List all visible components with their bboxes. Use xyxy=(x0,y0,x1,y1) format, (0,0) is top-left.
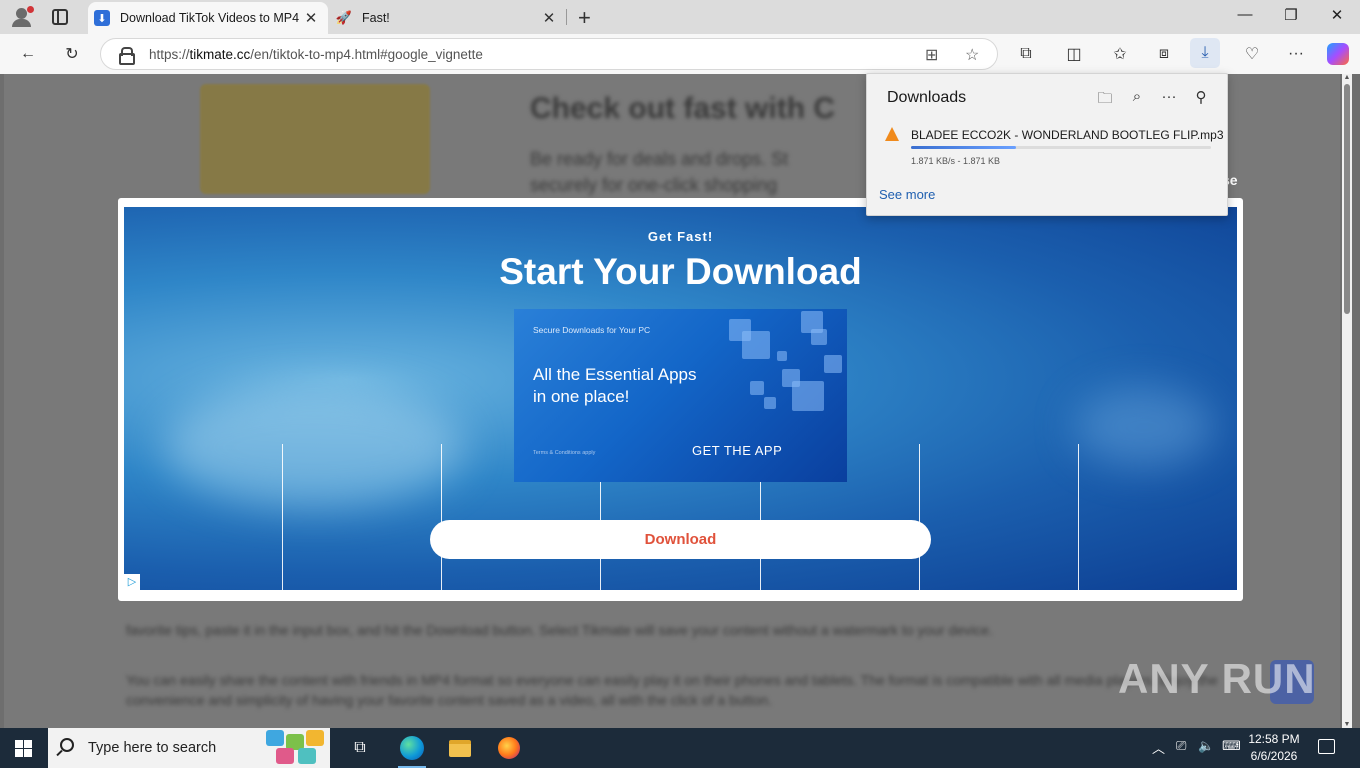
page-body-text: You can easily share the content with fr… xyxy=(126,672,1218,708)
new-tab-icon[interactable]: + xyxy=(578,5,591,31)
file-explorer-icon[interactable] xyxy=(448,736,472,760)
scroll-thumb[interactable] xyxy=(1344,84,1350,314)
lock-icon[interactable] xyxy=(119,47,135,65)
task-view-icon[interactable]: ⧉ xyxy=(348,736,372,760)
close-tab-icon[interactable]: ✕ xyxy=(300,9,322,27)
address-bar[interactable]: https://tikmate.cc/en/tiktok-to-mp4.html… xyxy=(100,38,998,70)
clock[interactable]: 12:58 PM 6/6/2026 xyxy=(1246,731,1302,765)
close-window-icon[interactable]: ✕ xyxy=(1314,6,1360,24)
search-highlight-icon xyxy=(266,730,326,766)
collections-icon[interactable]: ⧈ xyxy=(1152,42,1176,66)
refresh-icon[interactable]: ↻ xyxy=(60,42,84,66)
download-file-name[interactable]: BLADEE ECCO2K - WONDERLAND BOOTLEG FLIP.… xyxy=(911,128,1224,142)
windows-start-icon[interactable] xyxy=(15,740,32,757)
restore-icon[interactable]: ❐ xyxy=(1268,6,1314,24)
edge-taskbar-icon[interactable] xyxy=(400,736,424,760)
downloads-icon[interactable]: ⤓ xyxy=(1190,38,1220,68)
tab-strip: ⬇ Download TikTok Videos to MP4 - ✕ 🚀 Fa… xyxy=(0,0,1360,34)
tab-title: Download TikTok Videos to MP4 - xyxy=(120,11,300,25)
volume-icon[interactable]: 🔈 xyxy=(1198,738,1214,754)
banner-terms: Terms & Conditions apply xyxy=(533,450,596,456)
keyboard-icon[interactable]: ⌨ xyxy=(1222,738,1241,754)
copilot-icon[interactable] xyxy=(1327,43,1349,65)
split-screen-icon[interactable]: ◫ xyxy=(1062,42,1086,66)
extensions-icon[interactable]: ⧉ xyxy=(1014,42,1038,66)
vlc-file-icon xyxy=(885,127,899,141)
adchoices-icon[interactable]: ▷ xyxy=(124,574,140,590)
watermark-text: ANY RUN xyxy=(1118,655,1316,702)
page-scrollbar[interactable]: ▲ ▼ xyxy=(1342,74,1352,728)
favorite-star-icon[interactable]: ☆ xyxy=(965,45,979,65)
browser-essentials-icon[interactable]: ♡ xyxy=(1240,42,1264,66)
get-the-app-button[interactable]: GET THE APP xyxy=(692,443,782,458)
tab-actions-icon[interactable] xyxy=(52,9,68,25)
vignette-ad: Get Fast! Start Your Download Secure Dow… xyxy=(118,198,1243,601)
downloads-title: Downloads xyxy=(887,89,967,106)
close-tab-icon[interactable]: ✕ xyxy=(538,9,560,27)
downloads-panel: Downloads 🗀 ⌕ ··· ⚲ BLADEE ECCO2K - WOND… xyxy=(866,73,1228,216)
banner-small-text: Secure Downloads for Your PC xyxy=(533,325,651,335)
ad-banner[interactable]: Secure Downloads for Your PC All the Ess… xyxy=(514,309,847,482)
page-body-text: favorite tips, paste it in the input box… xyxy=(126,622,993,638)
search-placeholder: Type here to search xyxy=(88,740,217,756)
notifications-icon[interactable] xyxy=(1318,739,1335,754)
firefox-icon[interactable] xyxy=(497,736,521,760)
minimize-icon[interactable]: — xyxy=(1222,6,1268,23)
ad-kicker: Get Fast! xyxy=(647,229,714,244)
browser-toolbar: ← ↻ https://tikmate.cc/en/tiktok-to-mp4.… xyxy=(0,34,1360,74)
network-icon[interactable]: ⎚ xyxy=(1176,738,1186,754)
url-text[interactable]: https://tikmate.cc/en/tiktok-to-mp4.html… xyxy=(149,47,483,62)
see-more-link[interactable]: See more xyxy=(879,187,935,202)
back-icon[interactable]: ← xyxy=(16,42,40,66)
page-paragraph: Be ready for deals and drops. St securely… xyxy=(530,149,789,195)
ad-creative[interactable]: Get Fast! Start Your Download Secure Dow… xyxy=(124,207,1237,590)
scroll-down-icon[interactable]: ▼ xyxy=(1342,721,1352,728)
taskbar-search[interactable]: Type here to search xyxy=(48,728,330,768)
search-icon xyxy=(60,738,74,752)
banner-headline: All the Essential Apps in one place! xyxy=(533,365,697,406)
show-hidden-icons-icon[interactable]: ︿ xyxy=(1152,738,1165,757)
ad-download-button[interactable]: Download xyxy=(430,520,931,559)
more-options-icon[interactable]: ··· xyxy=(1159,88,1179,108)
page-heading: Check out fast with C xyxy=(530,92,836,125)
open-folder-icon[interactable]: 🗀 xyxy=(1095,88,1115,108)
profile-icon[interactable] xyxy=(10,6,34,28)
tab-fast[interactable]: 🚀 Fast! ✕ xyxy=(330,2,566,34)
ad-headline: Start Your Download xyxy=(499,251,862,292)
search-icon[interactable]: ⌕ xyxy=(1127,88,1147,108)
tab-separator xyxy=(566,9,567,25)
scroll-up-icon[interactable]: ▲ xyxy=(1342,74,1352,81)
settings-more-icon[interactable]: ··· xyxy=(1284,42,1308,66)
pin-icon[interactable]: ⚲ xyxy=(1191,88,1211,108)
tab-tikmate[interactable]: ⬇ Download TikTok Videos to MP4 - ✕ xyxy=(88,2,328,34)
download-status: 1.871 KB/s - 1.871 KB xyxy=(911,156,1001,166)
app-available-icon[interactable]: ⊞ xyxy=(925,45,938,65)
download-favicon-icon: ⬇ xyxy=(94,10,110,26)
download-progress-bar xyxy=(911,146,1211,149)
rocket-favicon-icon: 🚀 xyxy=(335,10,353,25)
promo-image xyxy=(200,84,430,194)
tab-title: Fast! xyxy=(362,11,390,25)
taskbar: Type here to search ⧉ ︿ ⎚ 🔈 ⌨ 12:58 PM 6/… xyxy=(0,728,1360,768)
favorites-icon[interactable]: ✩ xyxy=(1108,42,1132,66)
